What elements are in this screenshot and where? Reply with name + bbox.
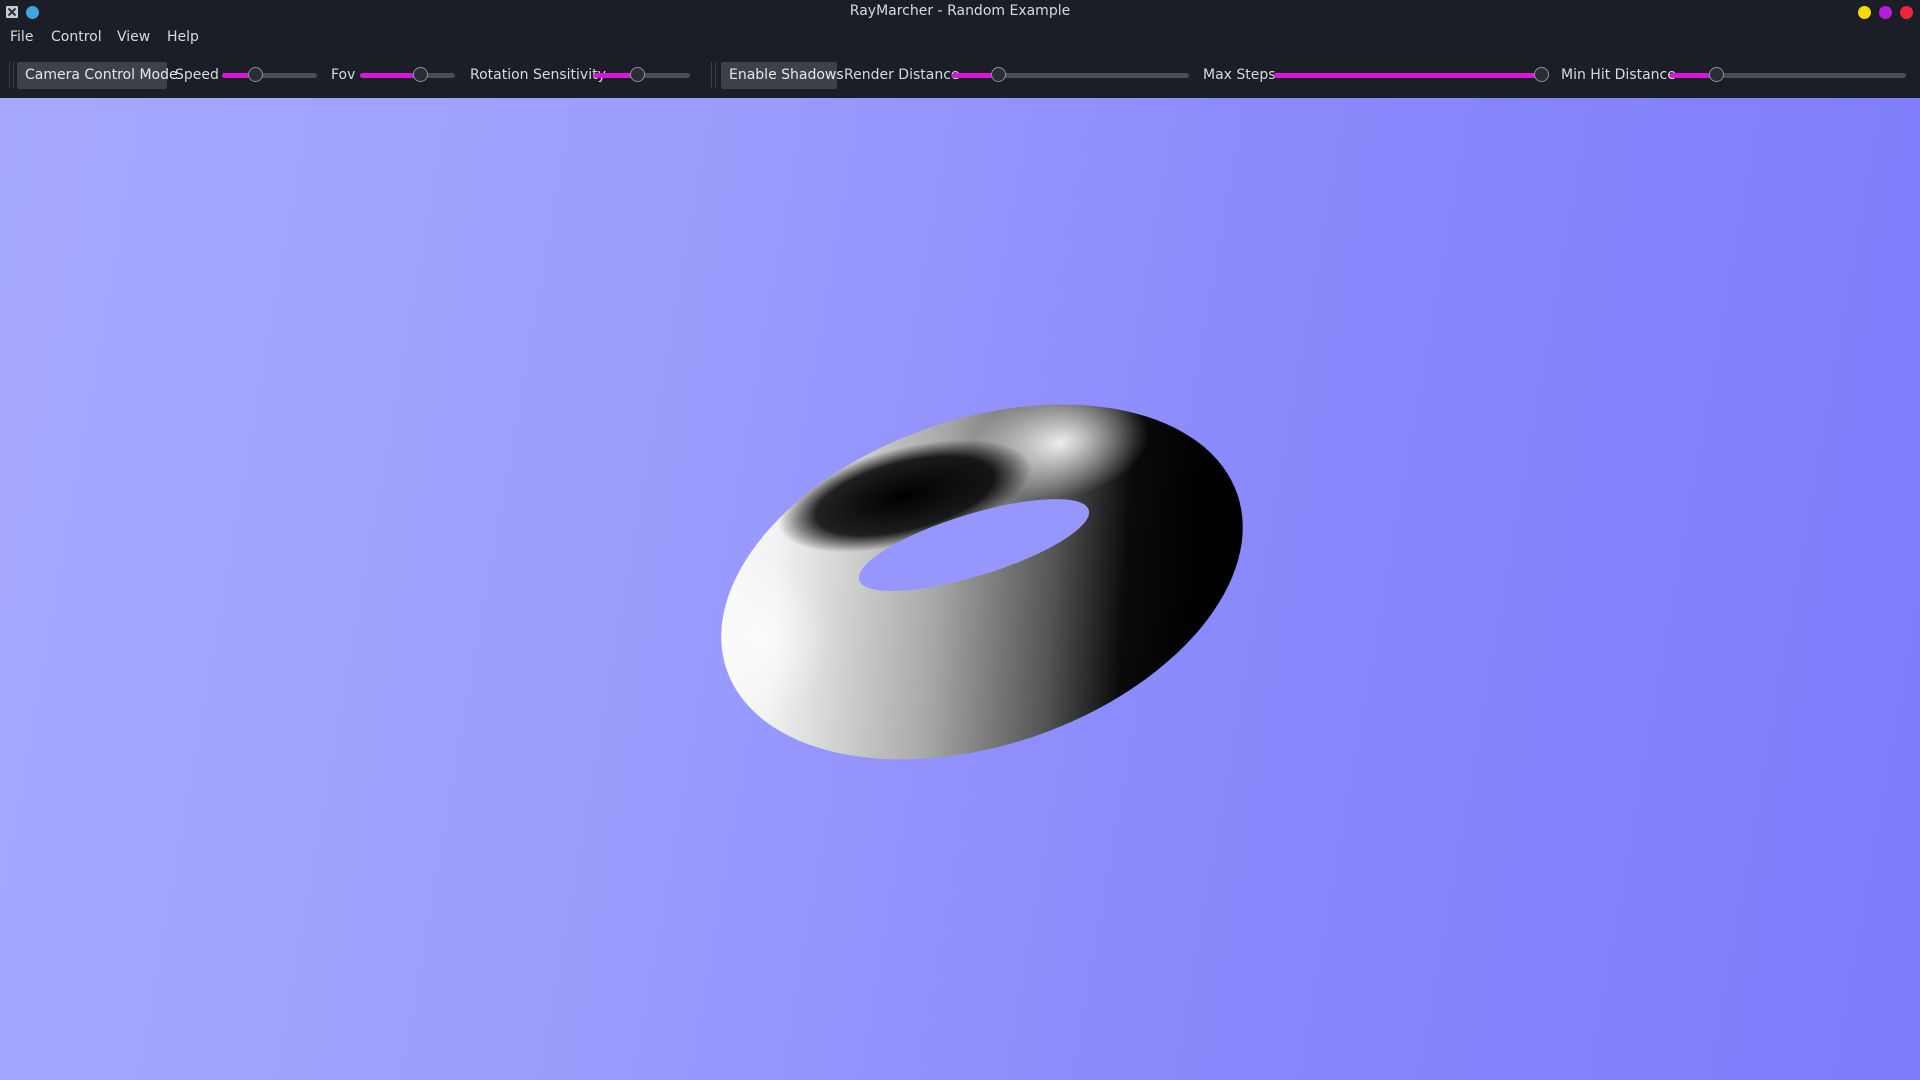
close-button[interactable] [1900,6,1913,19]
min-hit-distance-slider[interactable] [1670,67,1906,82]
render-distance-slider-handle[interactable] [991,67,1007,82]
camera-control-mode-button[interactable]: Camera Control Mode [17,62,178,89]
max-steps-slider[interactable] [1274,67,1550,82]
menu-view[interactable]: View [117,29,150,45]
enable-shadows-button[interactable]: Enable Shadows [721,62,844,89]
rotation-sensitivity-label: Rotation Sensitivity [470,67,606,83]
render-viewport[interactable] [0,98,1920,1080]
toolbar: Camera Control Mode Speed Fov Rotation S… [0,53,1920,98]
minimize-button[interactable] [1858,6,1871,19]
speed-slider-handle[interactable] [248,67,264,82]
menu-file[interactable]: File [10,29,33,45]
render-distance-label: Render Distance [844,67,960,83]
toolbar-grip-2[interactable] [711,62,716,88]
toolbar-grip[interactable] [9,62,14,88]
min-hit-distance-slider-handle[interactable] [1709,67,1725,82]
menu-bar: File Control View Help [0,25,1920,53]
speed-slider[interactable] [222,67,317,82]
render-distance-slider[interactable] [952,67,1189,82]
window-title: RayMarcher - Random Example [849,3,1071,19]
fov-slider[interactable] [360,67,455,82]
menu-help[interactable]: Help [167,29,199,45]
max-steps-label: Max Steps [1203,67,1276,83]
fov-label: Fov [331,67,356,83]
fov-slider-fill [360,73,421,78]
speed-label: Speed [175,67,219,83]
maximize-button[interactable] [1879,6,1892,19]
min-hit-distance-label: Min Hit Distance [1561,67,1676,83]
rotation-sensitivity-slider-handle[interactable] [630,67,646,82]
torus-body [690,386,1243,760]
fov-slider-handle[interactable] [412,67,428,82]
torus-render [690,386,1243,760]
title-bar: RayMarcher - Random Example [0,0,1920,25]
rotation-sensitivity-slider[interactable] [594,67,690,82]
max-steps-slider-fill [1274,73,1543,78]
max-steps-slider-handle[interactable] [1534,67,1550,82]
menu-control[interactable]: Control [51,29,102,45]
